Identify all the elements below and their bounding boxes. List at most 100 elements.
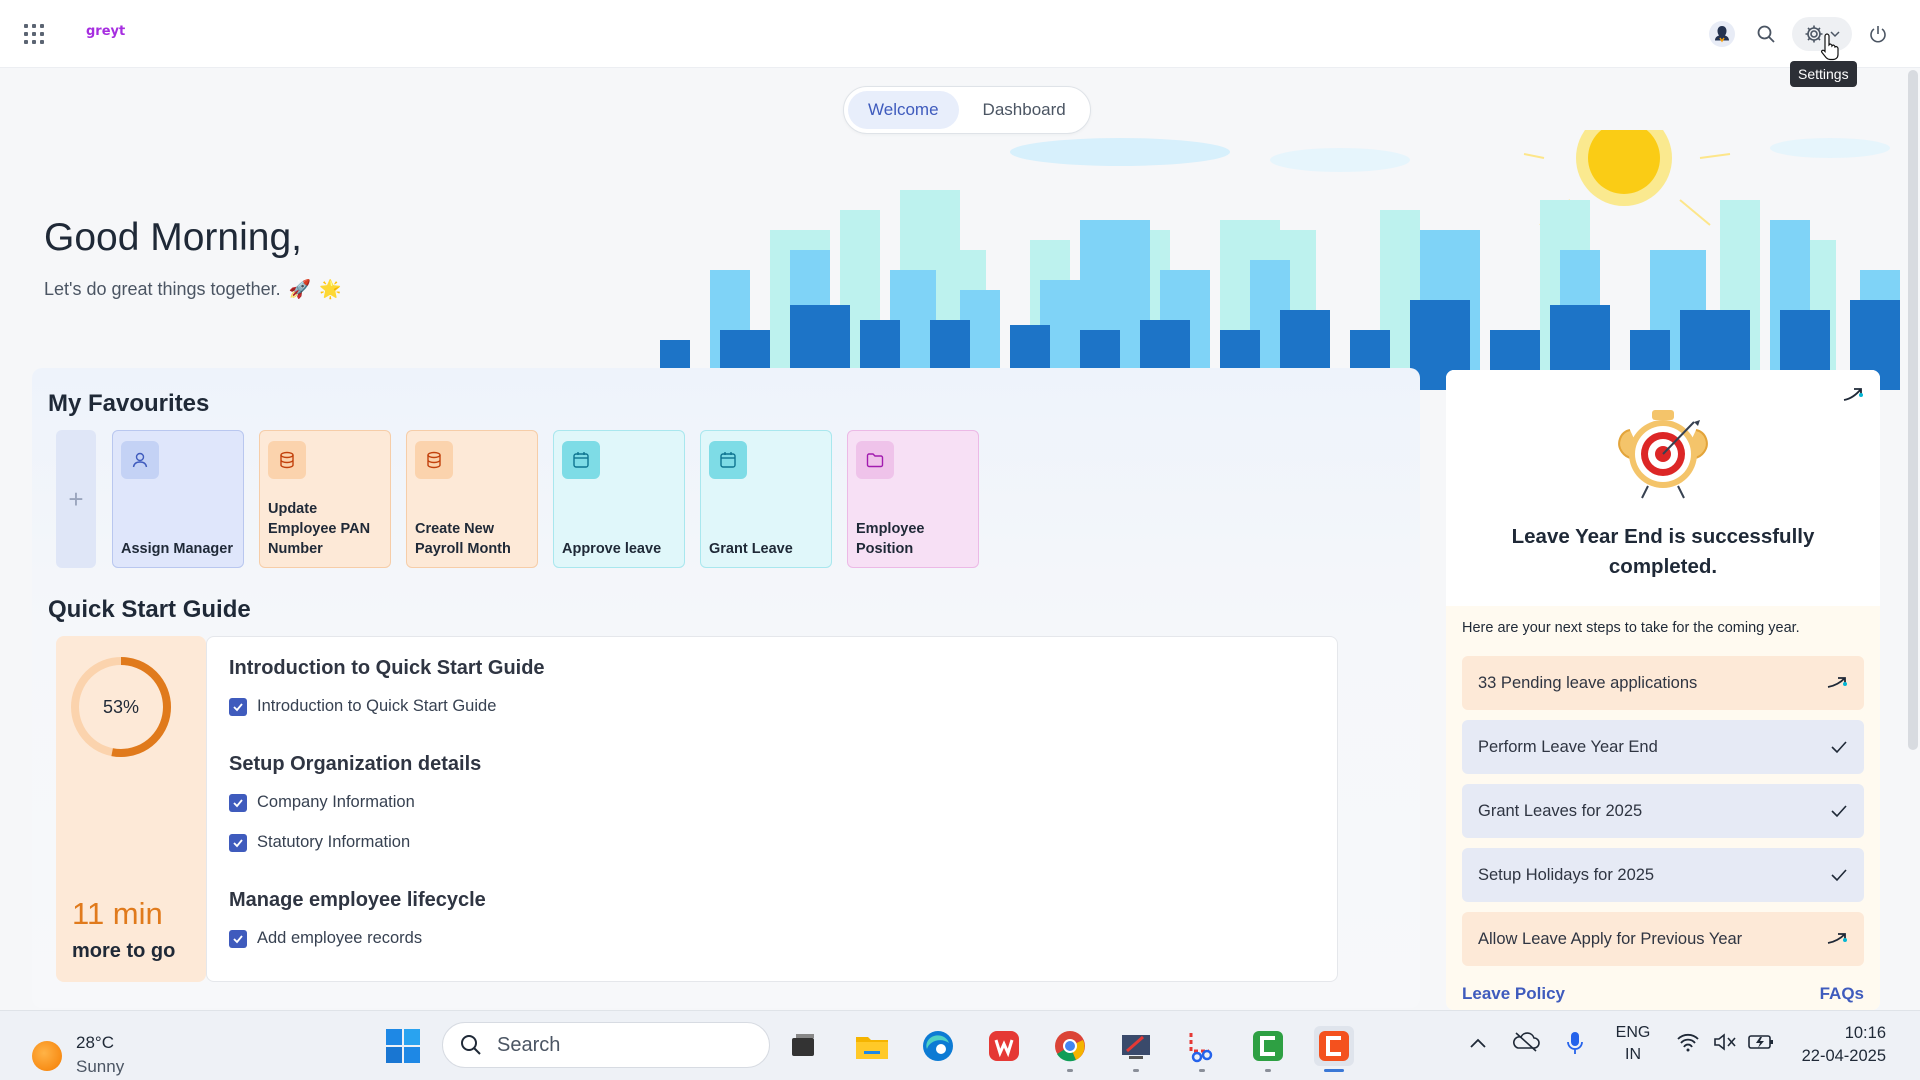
favourite-assign-manager[interactable]: Assign Manager	[112, 430, 244, 568]
tab-dashboard[interactable]: Dashboard	[963, 91, 1086, 129]
checklist-item[interactable]: Company Information	[229, 793, 415, 812]
arrow-up-right-icon	[1827, 677, 1847, 688]
checkbox-checked-icon[interactable]	[229, 929, 247, 948]
task-view-icon[interactable]	[783, 1026, 823, 1066]
speaker-muted-icon[interactable]	[1712, 1032, 1738, 1052]
leave-card-header: Leave Year End is successfully completed…	[1446, 370, 1880, 606]
weather-condition[interactable]: Sunny	[76, 1057, 124, 1077]
checklist-item[interactable]: Add employee records	[229, 929, 422, 948]
running-indicator	[1199, 1069, 1205, 1072]
step-label: Setup Holidays for 2025	[1478, 865, 1655, 884]
taskbar-search-placeholder: Search	[497, 1033, 561, 1056]
system-clock[interactable]: 10:16 22-04-2025	[1796, 1022, 1886, 1068]
favourite-label: Assign Manager	[121, 541, 233, 557]
step-grant-leaves[interactable]: Grant Leaves for 2025	[1462, 784, 1864, 838]
user-avatar-icon[interactable]	[1706, 18, 1738, 50]
section-heading: Introduction to Quick Start Guide	[229, 657, 545, 679]
apps-grid-icon[interactable]	[24, 24, 44, 44]
top-bar: greyt	[0, 0, 1920, 68]
step-pending-leave-applications[interactable]: 33 Pending leave applications	[1462, 656, 1864, 710]
checklist-item-label: Introduction to Quick Start Guide	[257, 697, 497, 715]
power-icon[interactable]	[1862, 18, 1894, 50]
language-code: ENG	[1615, 1024, 1651, 1041]
taskbar-search[interactable]: Search	[442, 1022, 770, 1068]
faqs-link[interactable]: FAQs	[1820, 984, 1864, 1004]
favourite-employee-position[interactable]: Employee Position	[847, 430, 979, 568]
leave-policy-link[interactable]: Leave Policy	[1462, 984, 1565, 1004]
calendar-icon	[562, 441, 600, 479]
add-favourite-button[interactable]: +	[56, 430, 96, 568]
quick-start-progress-panel: 53% 11 min more to go	[56, 636, 206, 982]
database-icon	[268, 441, 306, 479]
star-emoji: 🌟	[319, 279, 342, 299]
checkbox-checked-icon[interactable]	[229, 793, 247, 812]
tab-welcome[interactable]: Welcome	[848, 91, 959, 129]
step-label: Perform Leave Year End	[1478, 737, 1658, 756]
greeting-subtitle-text: Let's do great things together.	[44, 279, 281, 299]
arrow-up-right-icon[interactable]	[1842, 386, 1864, 404]
user-icon	[121, 441, 159, 479]
checkbox-checked-icon[interactable]	[229, 697, 247, 716]
weather-sun-icon[interactable]	[32, 1041, 62, 1071]
onedrive-offline-icon[interactable]	[1512, 1030, 1540, 1054]
rocket-emoji: 🚀	[288, 279, 312, 299]
language-indicator[interactable]: ENG IN	[1612, 1022, 1654, 1066]
favourites-title: My Favourites	[48, 390, 210, 417]
favourite-grant-leave[interactable]: Grant Leave	[700, 430, 832, 568]
checklist-item[interactable]: Statutory Information	[229, 833, 410, 852]
wps-office-icon[interactable]	[984, 1026, 1024, 1066]
active-app-icon[interactable]	[1314, 1026, 1354, 1072]
leave-card-subtitle: Here are your next steps to take for the…	[1462, 620, 1800, 636]
camtasia-icon[interactable]	[1248, 1026, 1288, 1072]
progress-percent: 53%	[102, 696, 140, 717]
quick-start-checklist: Introduction to Quick Start Guide Introd…	[206, 636, 1338, 982]
checklist-item-label: Company Information	[257, 793, 415, 811]
step-label: Allow Leave Apply for Previous Year	[1478, 929, 1743, 948]
company-logo[interactable]: greyt	[86, 24, 125, 39]
step-perform-leave-year-end[interactable]: Perform Leave Year End	[1462, 720, 1864, 774]
greeting-subtitle: Let's do great things together. 🚀 🌟	[44, 279, 341, 300]
calendar-icon	[709, 441, 747, 479]
snipping-tool-icon[interactable]	[1182, 1026, 1222, 1072]
edge-browser-icon[interactable]	[918, 1026, 958, 1066]
checklist-item[interactable]: Introduction to Quick Start Guide	[229, 697, 496, 716]
chevron-up-icon[interactable]	[1468, 1036, 1488, 1050]
step-setup-holidays[interactable]: Setup Holidays for 2025	[1462, 848, 1864, 902]
settings-tooltip: Settings	[1790, 61, 1857, 87]
view-tabs: Welcome Dashboard	[843, 86, 1091, 134]
weather-temperature[interactable]: 28°C	[76, 1033, 114, 1053]
page-scrollbar[interactable]	[1908, 70, 1918, 750]
region-code: IN	[1625, 1046, 1641, 1063]
checkbox-checked-icon[interactable]	[229, 833, 247, 852]
section-heading: Setup Organization details	[229, 753, 482, 775]
windows-start-icon[interactable]	[383, 1026, 423, 1066]
file-explorer-icon[interactable]	[852, 1026, 892, 1066]
section-heading: Manage employee lifecycle	[229, 889, 486, 911]
favourite-create-payroll[interactable]: Create New Payroll Month	[406, 430, 538, 568]
favourite-label: Create New Payroll Month	[415, 521, 511, 557]
favourite-update-pan[interactable]: Update Employee PAN Number	[259, 430, 391, 568]
leave-year-end-card: Leave Year End is successfully completed…	[1446, 370, 1880, 1010]
folder-icon	[856, 441, 894, 479]
time-left-suffix: more to go	[72, 940, 176, 962]
database-icon	[415, 441, 453, 479]
progress-ring: 53%	[70, 656, 172, 758]
search-icon[interactable]	[1750, 18, 1782, 50]
search-icon	[461, 1035, 481, 1055]
running-indicator	[1067, 1069, 1073, 1072]
favourite-approve-leave[interactable]: Approve leave	[553, 430, 685, 568]
greeting-title: Good Morning,	[44, 216, 302, 259]
wifi-icon[interactable]	[1676, 1032, 1700, 1052]
active-indicator	[1324, 1069, 1344, 1072]
running-indicator	[1265, 1069, 1271, 1072]
microphone-icon[interactable]	[1566, 1030, 1584, 1056]
chrome-browser-icon[interactable]	[1050, 1026, 1090, 1072]
step-allow-leave-previous-year[interactable]: Allow Leave Apply for Previous Year	[1462, 912, 1864, 966]
favourite-label: Employee Position	[856, 521, 925, 557]
time-left: 11 min	[72, 896, 163, 931]
battery-charging-icon[interactable]	[1748, 1034, 1774, 1050]
running-indicator	[1133, 1069, 1139, 1072]
checkmark-icon	[1831, 805, 1847, 818]
step-label: Grant Leaves for 2025	[1478, 801, 1643, 820]
screen-tool-icon[interactable]	[1116, 1026, 1156, 1072]
